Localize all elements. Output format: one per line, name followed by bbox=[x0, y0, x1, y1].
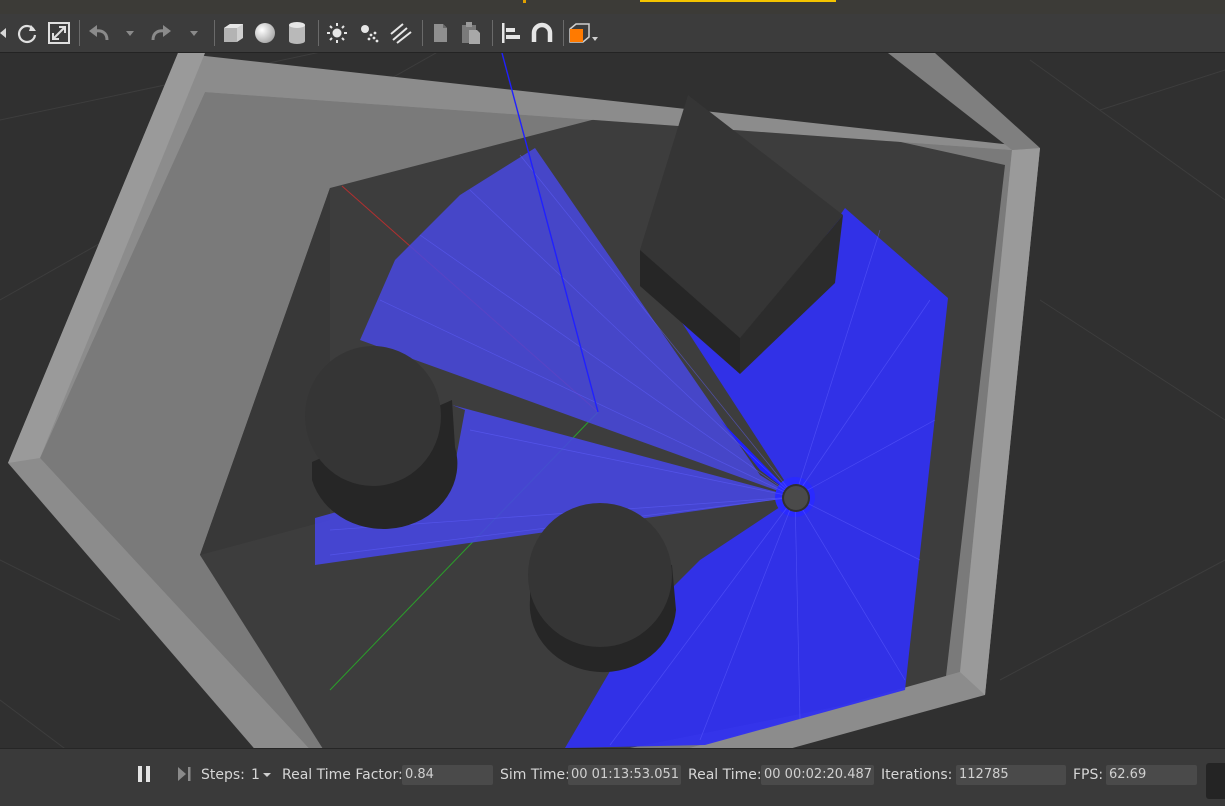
toolbar bbox=[0, 14, 1225, 53]
paste-icon[interactable] bbox=[458, 19, 484, 47]
pause-button[interactable] bbox=[136, 764, 152, 784]
cylinder-obstacle bbox=[528, 503, 676, 673]
toolbar-separator bbox=[422, 20, 423, 46]
real-time-label: Real Time: bbox=[688, 767, 762, 783]
rotate-mode-icon[interactable] bbox=[14, 19, 40, 47]
robot-top bbox=[784, 486, 808, 510]
copy-icon[interactable] bbox=[428, 19, 452, 47]
translate-mode-icon[interactable] bbox=[0, 19, 12, 47]
scene-viewport[interactable] bbox=[0, 53, 1225, 748]
view-angle-icon[interactable] bbox=[568, 19, 600, 47]
real-time-factor-field: 0.84 bbox=[402, 765, 493, 785]
step-button[interactable] bbox=[176, 764, 192, 784]
redo-dropdown-icon[interactable] bbox=[188, 19, 200, 47]
align-icon[interactable] bbox=[498, 19, 524, 47]
top-strip-marker bbox=[523, 0, 526, 3]
window-top-accent bbox=[640, 0, 836, 2]
toolbar-separator bbox=[79, 20, 80, 46]
box-shape-icon[interactable] bbox=[220, 19, 246, 47]
scene-render bbox=[0, 53, 1225, 748]
undo-icon[interactable] bbox=[86, 19, 112, 47]
window-top-strip bbox=[0, 0, 1225, 14]
iterations-field: 112785 bbox=[956, 765, 1066, 785]
spot-light-icon[interactable] bbox=[356, 19, 382, 47]
real-time-field: 00 00:02:20.487 bbox=[761, 765, 874, 785]
sim-time-field: 00 01:13:53.051 bbox=[568, 765, 681, 785]
point-light-icon[interactable] bbox=[324, 19, 350, 47]
fps-label: FPS: bbox=[1073, 767, 1104, 783]
undo-dropdown-icon[interactable] bbox=[124, 19, 136, 47]
toolbar-separator bbox=[492, 20, 493, 46]
snap-icon[interactable] bbox=[529, 19, 555, 47]
steps-value[interactable]: 1 bbox=[251, 765, 260, 785]
step-icon bbox=[178, 767, 191, 781]
fps-field: 62.69 bbox=[1106, 765, 1197, 785]
iterations-label: Iterations: bbox=[881, 767, 953, 783]
sim-time-label: Sim Time: bbox=[500, 767, 570, 783]
sphere-shape-icon[interactable] bbox=[252, 19, 278, 47]
scale-mode-icon[interactable] bbox=[46, 19, 72, 47]
toolbar-separator bbox=[214, 20, 215, 46]
toolbar-separator bbox=[563, 20, 564, 46]
steps-label: Steps: bbox=[201, 767, 245, 783]
toolbar-separator bbox=[318, 20, 319, 46]
status-bar: Steps: 1 Real Time Factor: 0.84 Sim Time… bbox=[0, 748, 1225, 806]
cylinder-shape-icon[interactable] bbox=[284, 19, 310, 47]
pause-icon bbox=[138, 766, 150, 782]
directional-light-icon[interactable] bbox=[388, 19, 414, 47]
redo-icon[interactable] bbox=[148, 19, 174, 47]
steps-dropdown-icon[interactable] bbox=[262, 766, 272, 786]
real-time-factor-label: Real Time Factor: bbox=[282, 767, 403, 783]
panel-toggle-button[interactable] bbox=[1206, 763, 1225, 799]
